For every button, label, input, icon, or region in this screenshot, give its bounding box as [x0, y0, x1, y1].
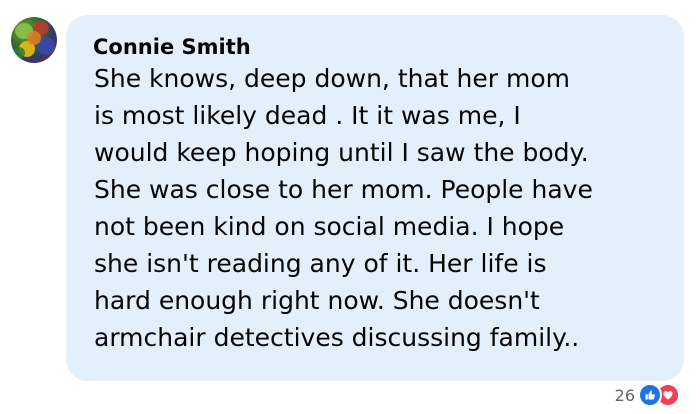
- comment-line: She knows, deep down, that her mom: [94, 64, 570, 93]
- avatar[interactable]: [11, 17, 57, 63]
- comment-line: armchair detectives discussing family..: [94, 323, 580, 352]
- comment-line: She was close to her mom. People have: [94, 175, 593, 204]
- comment-line: would keep hoping until I saw the body.: [94, 138, 589, 167]
- comment-line: she isn't reading any of it. Her life is: [94, 249, 547, 278]
- comment-author[interactable]: Connie Smith: [93, 33, 251, 61]
- comment-line: hard enough right now. She doesn't: [94, 286, 540, 315]
- avatar-blob: [27, 31, 41, 45]
- comment-line: is most likely dead . It it was me, I: [94, 101, 521, 130]
- avatar-blob: [13, 47, 25, 59]
- comment-text: She knows, deep down, that her mom is mo…: [94, 60, 674, 356]
- reaction-count: 26: [614, 385, 635, 405]
- comment-line: not been kind on social media. I hope: [94, 212, 565, 241]
- reactions-summary[interactable]: 26: [615, 383, 680, 407]
- like-icon: [638, 383, 662, 407]
